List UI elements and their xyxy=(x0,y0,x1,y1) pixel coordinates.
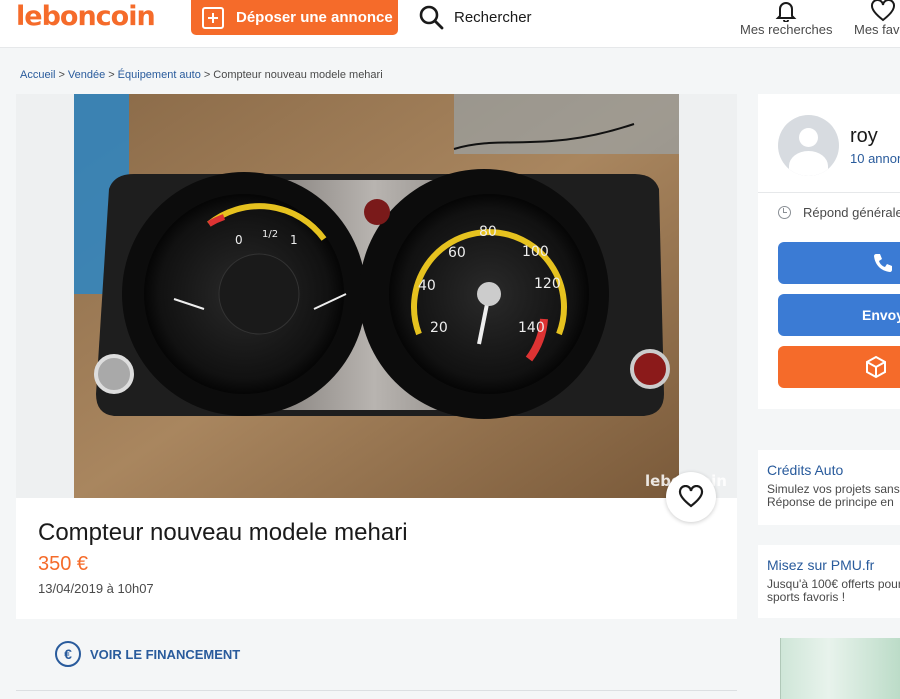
ad-price: 350 € xyxy=(38,553,89,575)
photo-gallery[interactable]: 0 1/2 1 60 80 100 40 120 20 140 leboncoi… xyxy=(16,94,737,498)
avatar[interactable] xyxy=(778,115,839,176)
section-divider xyxy=(16,690,737,691)
clock-icon xyxy=(778,206,791,219)
financing-link[interactable]: € VOIR LE FINANCEMENT xyxy=(55,641,240,667)
bell-icon xyxy=(775,2,797,22)
svg-text:80: 80 xyxy=(479,224,497,240)
promo-text: Jusqu'à 100€ offerts pour sports favoris… xyxy=(767,577,900,604)
promo-title: Crédits Auto xyxy=(767,462,844,478)
site-logo[interactable]: leboncoin xyxy=(16,1,156,32)
package-icon xyxy=(866,355,886,379)
breadcrumb-region[interactable]: Vendée xyxy=(68,69,105,81)
promo-title: Misez sur PMU.fr xyxy=(767,557,875,573)
favorite-button[interactable] xyxy=(666,472,716,522)
seller-ads-link[interactable]: 10 annonces xyxy=(850,151,900,166)
promo-credit-auto[interactable]: Crédits Auto Simulez vos projets sans Ré… xyxy=(758,450,900,525)
heart-icon xyxy=(871,0,895,22)
top-header: leboncoin Déposer une annonce Rechercher… xyxy=(0,0,900,48)
svg-text:60: 60 xyxy=(448,245,466,261)
svg-text:0: 0 xyxy=(235,233,243,247)
response-time: Répond généralement xyxy=(778,205,900,220)
svg-text:40: 40 xyxy=(418,278,436,294)
favorites-link[interactable]: Mes favoris xyxy=(854,0,900,37)
breadcrumb-home[interactable]: Accueil xyxy=(20,69,55,81)
saved-searches-link[interactable]: Mes recherches xyxy=(740,0,832,37)
message-label: Envoyer un message xyxy=(862,307,900,323)
svg-text:100: 100 xyxy=(522,244,549,260)
call-button[interactable] xyxy=(778,242,900,284)
promo-image[interactable] xyxy=(780,638,900,699)
search-link[interactable]: Rechercher xyxy=(418,3,532,31)
euro-icon: € xyxy=(55,641,81,667)
response-text: Répond généralement xyxy=(803,205,900,220)
buy-button[interactable] xyxy=(778,346,900,388)
message-button[interactable]: Envoyer un message xyxy=(778,294,900,336)
seller-card: roy 10 annonces Répond généralement Envo… xyxy=(758,94,900,409)
post-ad-label: Déposer une annonce xyxy=(236,9,393,26)
search-icon xyxy=(419,5,444,30)
ad-title: Compteur nouveau modele mehari xyxy=(38,519,408,546)
breadcrumb-category[interactable]: Équipement auto xyxy=(118,69,201,81)
post-ad-button[interactable]: Déposer une annonce xyxy=(191,0,398,35)
financing-label: VOIR LE FINANCEMENT xyxy=(90,646,241,662)
phone-icon xyxy=(874,254,892,272)
promo-text: Simulez vos projets sans Réponse de prin… xyxy=(767,482,900,509)
ad-info-card xyxy=(16,498,737,619)
ad-date: 13/04/2019 à 10h07 xyxy=(38,581,154,596)
favorites-label: Mes favoris xyxy=(854,22,900,37)
seller-name[interactable]: roy xyxy=(850,125,878,148)
ad-photo[interactable]: 0 1/2 1 60 80 100 40 120 20 140 xyxy=(74,94,679,498)
svg-text:120: 120 xyxy=(534,276,561,292)
svg-text:140: 140 xyxy=(518,320,545,336)
svg-text:1/2: 1/2 xyxy=(262,229,278,240)
svg-text:1: 1 xyxy=(290,233,298,247)
heart-icon xyxy=(678,485,704,508)
breadcrumb-current: Compteur nouveau modele mehari xyxy=(213,69,383,81)
svg-text:20: 20 xyxy=(430,320,448,336)
saved-searches-label: Mes recherches xyxy=(740,22,833,37)
promo-pmu[interactable]: Misez sur PMU.fr Jusqu'à 100€ offerts po… xyxy=(758,545,900,618)
breadcrumb: Accueil > Vendée > Équipement auto > Compteur … xyxy=(20,69,383,81)
plus-icon xyxy=(202,6,224,29)
search-label: Rechercher xyxy=(454,8,532,26)
seller-divider xyxy=(758,192,900,193)
